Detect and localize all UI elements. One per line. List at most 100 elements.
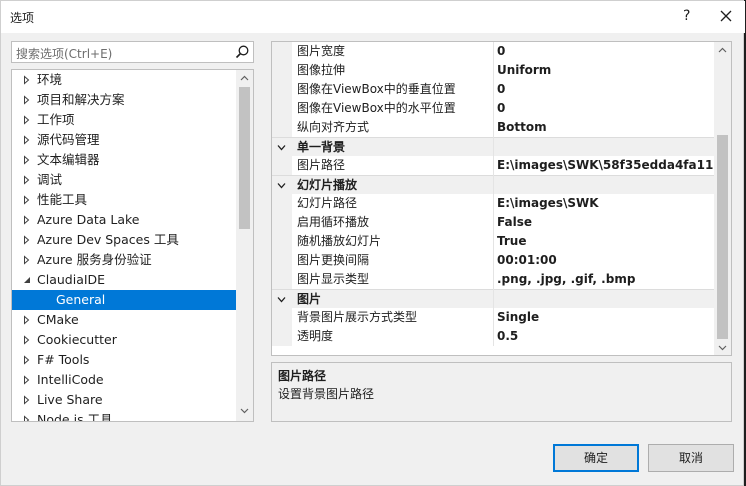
- tree-item[interactable]: 文本编辑器: [12, 150, 236, 170]
- property-value[interactable]: 0: [497, 42, 715, 61]
- collapse-icon[interactable]: [277, 295, 286, 304]
- property-row[interactable]: 图片显示类型 .png, .jpg, .gif, .bmp: [272, 270, 716, 289]
- tree-item[interactable]: General: [12, 290, 236, 310]
- ok-button[interactable]: 确定: [553, 444, 639, 472]
- tree-item[interactable]: ClaudiaIDE: [12, 270, 236, 290]
- tree-item[interactable]: 调试: [12, 170, 236, 190]
- triangle-right-icon[interactable]: [22, 190, 32, 210]
- scroll-up-icon[interactable]: [717, 45, 728, 56]
- property-value[interactable]: 00:01:00: [497, 251, 715, 270]
- row-gutter: [272, 99, 292, 118]
- property-name: 图片更换间隔: [297, 253, 370, 267]
- property-list: 图片宽度 0 图像拉伸 Uniform 图像在ViewBox中的垂直位置 0 图像在View…: [272, 42, 716, 346]
- property-row[interactable]: 图像拉伸 Uniform: [272, 61, 716, 80]
- triangle-right-icon[interactable]: [22, 390, 32, 410]
- property-value[interactable]: Uniform: [497, 61, 715, 80]
- property-row[interactable]: 图像在ViewBox中的垂直位置 0: [272, 80, 716, 99]
- tree-item[interactable]: 工作项: [12, 110, 236, 130]
- triangle-right-icon[interactable]: [22, 70, 32, 90]
- row-gutter: [272, 270, 292, 289]
- cancel-button[interactable]: 取消: [648, 444, 734, 472]
- property-value[interactable]: 0: [497, 80, 715, 99]
- tree-item-label: 性能工具: [37, 192, 88, 207]
- triangle-right-icon[interactable]: [22, 350, 32, 370]
- property-value[interactable]: E:\images\SWK: [497, 194, 715, 213]
- column-divider[interactable]: [493, 42, 494, 346]
- collapse-icon[interactable]: [277, 143, 286, 152]
- tree-item[interactable]: 源代码管理: [12, 130, 236, 150]
- property-row[interactable]: 幻灯片路径 E:\images\SWK: [272, 194, 716, 213]
- property-scrollbar[interactable]: [714, 42, 731, 355]
- tree-item-label: IntelliCode: [37, 372, 104, 387]
- property-value[interactable]: 0: [497, 99, 715, 118]
- triangle-right-icon[interactable]: [22, 170, 32, 190]
- triangle-right-icon[interactable]: [22, 370, 32, 390]
- property-value[interactable]: False: [497, 213, 715, 232]
- triangle-right-icon[interactable]: [22, 210, 32, 230]
- tree-item[interactable]: 环境: [12, 70, 236, 90]
- tree-item[interactable]: 性能工具: [12, 190, 236, 210]
- options-tree: 环境 项目和解决方案 工作项 源代码管理 文本编辑器调试性能工具 Azure Data L…: [11, 69, 254, 422]
- property-row[interactable]: 启用循环播放 False: [272, 213, 716, 232]
- collapse-icon[interactable]: [277, 181, 286, 190]
- property-row[interactable]: 图像在ViewBox中的水平位置 0: [272, 99, 716, 118]
- property-row[interactable]: 图片宽度 0: [272, 42, 716, 61]
- triangle-right-icon[interactable]: [22, 110, 32, 130]
- tree-item[interactable]: 项目和解决方案: [12, 90, 236, 110]
- property-value[interactable]: 0.5: [497, 327, 715, 346]
- property-row[interactable]: 图片路径 E:\images\SWK\58f35edda4fa11621: [272, 156, 716, 175]
- triangle-right-icon[interactable]: [22, 130, 32, 150]
- tree-item[interactable]: Azure Data Lake: [12, 210, 236, 230]
- property-row[interactable]: 图片更换间隔 00:01:00: [272, 251, 716, 270]
- tree-item[interactable]: IntelliCode: [12, 370, 236, 390]
- triangle-right-icon[interactable]: [22, 310, 32, 330]
- tree-item[interactable]: Node.js 工具: [12, 410, 236, 422]
- help-button[interactable]: ?: [683, 8, 690, 24]
- scroll-up-icon[interactable]: [239, 73, 250, 84]
- property-row[interactable]: 纵向对齐方式 Bottom: [272, 118, 716, 137]
- tree-scroll-thumb[interactable]: [239, 87, 250, 229]
- triangle-right-icon[interactable]: [22, 330, 32, 350]
- tree-item[interactable]: Live Share: [12, 390, 236, 410]
- property-category[interactable]: 图片: [272, 289, 716, 308]
- property-name: 图片显示类型: [297, 272, 370, 286]
- triangle-down-icon[interactable]: [22, 270, 32, 290]
- triangle-right-icon[interactable]: [22, 150, 32, 170]
- tree-item[interactable]: Azure Dev Spaces 工具: [12, 230, 236, 250]
- description-title: 图片路径: [278, 369, 327, 383]
- tree-item-label: Live Share: [37, 392, 103, 407]
- property-row[interactable]: 透明度 0.5: [272, 327, 716, 346]
- property-value[interactable]: .png, .jpg, .gif, .bmp: [497, 270, 715, 289]
- property-name: 图像在ViewBox中的水平位置: [297, 101, 456, 115]
- tree-item[interactable]: F# Tools: [12, 350, 236, 370]
- property-value[interactable]: True: [497, 232, 715, 251]
- tree-item[interactable]: CMake: [12, 310, 236, 330]
- close-button[interactable]: [713, 3, 739, 29]
- row-gutter: [272, 80, 292, 99]
- triangle-right-icon[interactable]: [22, 410, 32, 422]
- row-gutter: [272, 232, 292, 251]
- scroll-down-icon[interactable]: [717, 342, 728, 353]
- property-row[interactable]: 随机播放幻灯片 True: [272, 232, 716, 251]
- property-value[interactable]: Single: [497, 308, 715, 327]
- window-title: 选项: [10, 11, 35, 25]
- row-gutter: [272, 42, 292, 61]
- property-value[interactable]: E:\images\SWK\58f35edda4fa11621: [497, 156, 715, 175]
- property-category[interactable]: 单一背景: [272, 137, 716, 156]
- property-scroll-thumb[interactable]: [717, 135, 728, 339]
- property-name: 启用循环播放: [297, 215, 370, 229]
- property-row[interactable]: 背景图片展示方式类型 Single: [272, 308, 716, 327]
- search-icon[interactable]: [234, 44, 250, 60]
- tree-item[interactable]: Cookiecutter: [12, 330, 236, 350]
- tree-scrollbar[interactable]: [236, 70, 253, 421]
- triangle-right-icon[interactable]: [22, 250, 32, 270]
- search-input[interactable]: 搜索选项(Ctrl+E): [11, 41, 254, 63]
- scroll-down-icon[interactable]: [239, 405, 250, 416]
- triangle-right-icon[interactable]: [22, 90, 32, 110]
- property-grid: 图片宽度 0 图像拉伸 Uniform 图像在ViewBox中的垂直位置 0 图像在View…: [271, 41, 732, 356]
- triangle-right-icon[interactable]: [22, 230, 32, 250]
- property-category[interactable]: 幻灯片播放: [272, 175, 716, 194]
- property-value[interactable]: Bottom: [497, 118, 715, 137]
- tree-item-label: 调试: [37, 172, 63, 187]
- tree-item[interactable]: Azure 服务身份验证: [12, 250, 236, 270]
